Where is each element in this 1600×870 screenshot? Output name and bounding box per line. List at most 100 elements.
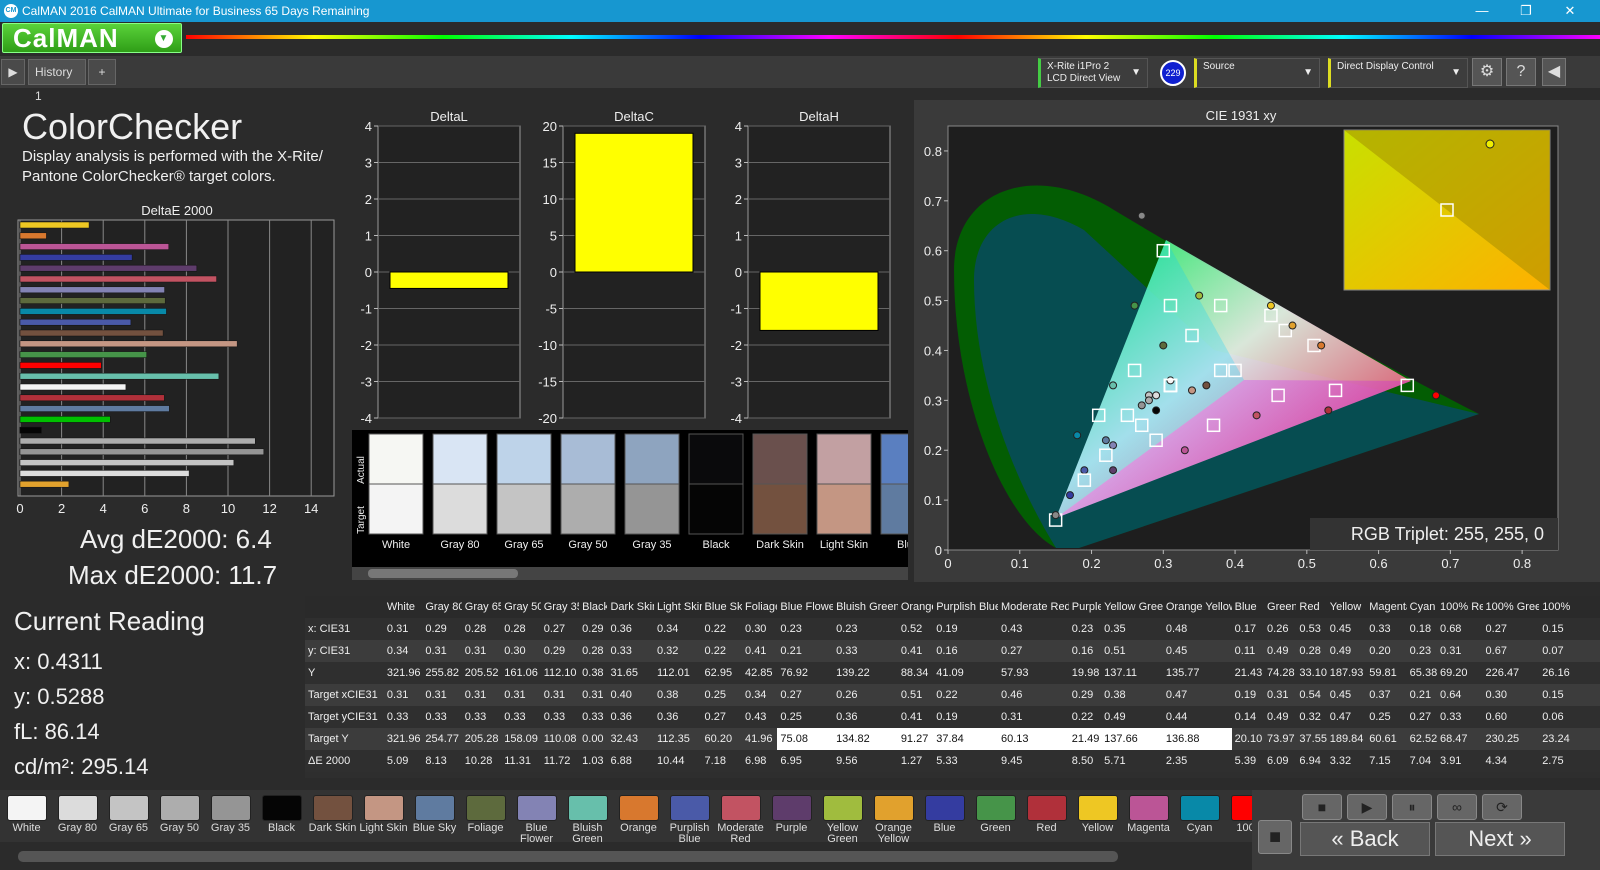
play-icon[interactable]: ▶ <box>1347 794 1387 820</box>
swatch-button[interactable]: Cyan <box>1175 793 1224 839</box>
swatch-button[interactable]: Red <box>1022 793 1071 839</box>
swatch-button[interactable]: Blue <box>920 793 969 839</box>
add-tab-button[interactable]: + <box>88 59 116 85</box>
meter-status-badge[interactable]: 229 <box>1160 60 1186 86</box>
column-header[interactable]: Orange Yellow <box>1162 596 1232 618</box>
swatch-button[interactable]: Dark Skin <box>308 793 357 839</box>
swatch-button[interactable]: Purple <box>767 793 816 839</box>
cie-y-tick-label: 0.3 <box>924 393 942 408</box>
swatch-button[interactable]: Orange Yellow <box>869 793 918 845</box>
close-button[interactable]: ✕ <box>1548 0 1592 22</box>
table-cell: 0.38 <box>654 684 702 706</box>
column-header[interactable]: Gray 65 <box>461 596 502 618</box>
source-selector[interactable]: Source ▼ <box>1194 58 1320 88</box>
column-header[interactable]: Magenta <box>1366 596 1407 618</box>
swatch-button[interactable]: Gray 65 <box>104 793 153 839</box>
column-header[interactable]: Gray 50 <box>501 596 541 618</box>
stop-measure-icon[interactable]: ■ <box>1258 820 1292 854</box>
column-header[interactable]: Blue <box>1231 596 1265 618</box>
column-header[interactable]: 100% <box>1539 596 1600 618</box>
column-header[interactable]: 100% Red <box>1437 596 1483 618</box>
swatch-button[interactable]: Light Skin <box>359 793 408 839</box>
table-cell: 0.31 <box>461 684 502 706</box>
row-header: y: CIE31 <box>305 640 384 662</box>
column-header[interactable] <box>305 596 384 618</box>
swatch-button[interactable]: Foliage <box>461 793 510 839</box>
display-selector[interactable]: Direct Display Control ▼ <box>1328 58 1468 88</box>
patch-actual <box>688 433 744 485</box>
column-header[interactable]: Green <box>1264 596 1297 618</box>
table-cell: 0.30 <box>1482 684 1540 706</box>
patch-actual <box>880 433 936 485</box>
column-header[interactable]: Orange <box>897 596 934 618</box>
swatch-button[interactable]: Green <box>971 793 1020 839</box>
cie-y-tick-label: 0.2 <box>924 443 942 458</box>
table-cell: 4.34 <box>1482 750 1540 772</box>
column-header[interactable]: Yellow Green <box>1101 596 1163 618</box>
swatch-button[interactable]: Bluish Green <box>563 793 612 845</box>
column-header[interactable]: Light Skin <box>654 596 702 618</box>
column-header[interactable]: Gray 80 <box>422 596 462 618</box>
table-cell: 0.29 <box>422 618 462 640</box>
column-header[interactable]: Bluish Green <box>833 596 898 618</box>
column-header[interactable]: Purplish Blue <box>933 596 998 618</box>
column-header[interactable]: White <box>383 596 423 618</box>
column-header[interactable]: Blue Flower <box>777 596 834 618</box>
patch-label: Gray 35 <box>632 539 671 551</box>
read-series-icon[interactable]: ⏸ <box>1392 794 1432 820</box>
column-header[interactable]: 100% Green <box>1482 596 1540 618</box>
column-header[interactable]: Dark Skin <box>607 596 654 618</box>
cie-measured-point <box>1073 431 1082 440</box>
meter-selector[interactable]: X-Rite i1Pro 2 LCD Direct View ▼ <box>1038 58 1148 88</box>
maximize-button[interactable]: ❐ <box>1504 0 1548 22</box>
refresh-icon[interactable]: ⟳ <box>1482 794 1522 820</box>
column-header[interactable]: Cyan <box>1406 596 1438 618</box>
swatch-scrollbar-thumb[interactable] <box>18 851 1118 862</box>
patch-label: Black <box>703 539 730 551</box>
column-header[interactable]: Yellow <box>1326 596 1367 618</box>
column-header[interactable]: Gray 35 <box>540 596 580 618</box>
play-workflow-button[interactable]: ▶ <box>1 59 25 85</box>
swatch-button[interactable]: Gray 35 <box>206 793 255 839</box>
swatch-button[interactable]: Gray 80 <box>53 793 102 839</box>
small-chart-tick-label: -4 <box>730 411 742 426</box>
swatch-button[interactable]: Moderate Red <box>716 793 765 845</box>
row-header: Target xCIE31 <box>305 684 384 706</box>
page-description: Display analysis is performed with the X… <box>22 147 323 187</box>
swatch-button[interactable]: Yellow <box>1073 793 1122 839</box>
swatch-button[interactable]: Yellow Green <box>818 793 867 845</box>
back-button[interactable]: « Back <box>1300 822 1430 856</box>
patch-scrollbar-thumb[interactable] <box>368 569 518 578</box>
column-header[interactable]: Red <box>1296 596 1327 618</box>
patch-label: Gray 80 <box>440 539 479 551</box>
table-cell: 73.97 <box>1264 728 1297 750</box>
column-header[interactable]: Black <box>579 596 608 618</box>
gear-icon[interactable]: ⚙ <box>1472 58 1502 86</box>
column-header[interactable]: Foliage <box>742 596 778 618</box>
column-header[interactable]: Purple <box>1068 596 1102 618</box>
swatch-button[interactable]: Orange <box>614 793 663 839</box>
swatch-button[interactable]: Blue Flower <box>512 793 561 845</box>
swatch-button[interactable]: Purplish Blue <box>665 793 714 845</box>
swatch-button[interactable]: Gray 50 <box>155 793 204 839</box>
column-header[interactable]: Blue Sky <box>701 596 743 618</box>
table-cell: 0.48 <box>1162 618 1232 640</box>
column-header[interactable]: Moderate Red <box>997 596 1069 618</box>
swatch-button[interactable]: Blue Sky <box>410 793 459 839</box>
swatch-button[interactable]: Magenta <box>1124 793 1173 839</box>
loop-icon[interactable]: ∞ <box>1437 794 1477 820</box>
cie-x-tick-label: 0.6 <box>1370 556 1388 571</box>
cie-x-tick-label: 0.3 <box>1154 556 1172 571</box>
swatch-scrollbar[interactable] <box>0 848 1252 866</box>
stop-icon[interactable]: ■ <box>1302 794 1342 820</box>
patch-label: Gray 65 <box>504 539 543 551</box>
table-cell: 0.49 <box>1264 706 1297 728</box>
calman-menu-button[interactable]: CalMAN ▼ <box>2 23 182 53</box>
tab-history-1[interactable]: History 1 <box>28 59 86 103</box>
collapse-panel-button[interactable]: ◀ <box>1542 58 1566 86</box>
swatch-button[interactable]: White <box>2 793 51 839</box>
next-button[interactable]: Next » <box>1435 822 1565 856</box>
swatch-button[interactable]: Black <box>257 793 306 839</box>
help-icon[interactable]: ? <box>1506 58 1536 86</box>
minimize-button[interactable]: — <box>1460 0 1504 22</box>
